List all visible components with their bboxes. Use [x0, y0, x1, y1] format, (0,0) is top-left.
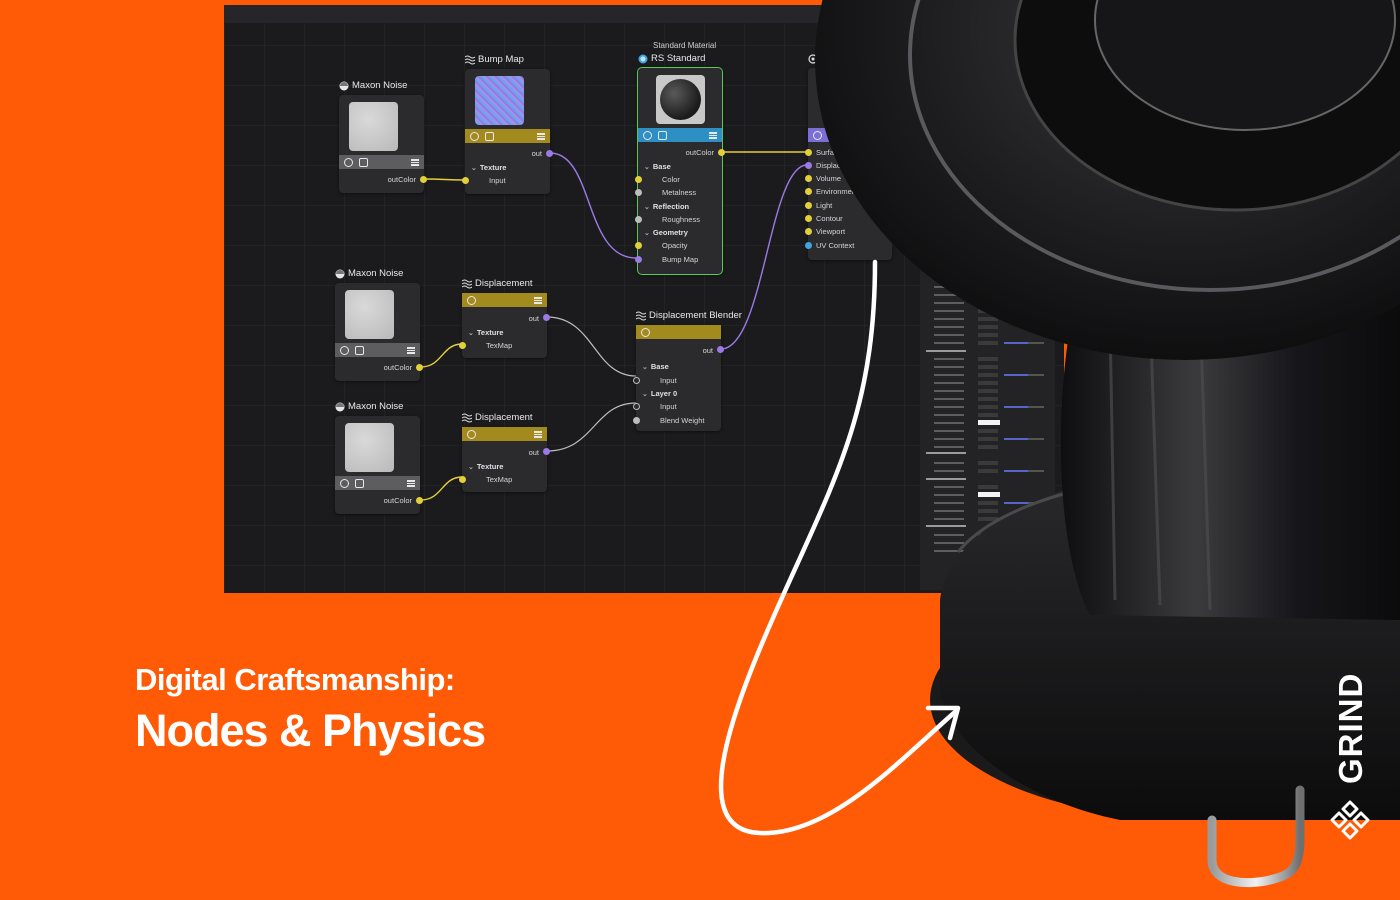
headline-line-2: Nodes & Physics — [135, 705, 486, 756]
brand-logo: GRIND — [1330, 668, 1370, 848]
product-render — [718, 0, 1400, 888]
headline-line-1: Digital Craftsmanship: — [135, 662, 455, 697]
arrow-line — [718, 259, 958, 836]
headline: Digital Craftsmanship: Nodes & Physics — [135, 662, 486, 757]
brand-name: GRIND — [1332, 672, 1369, 784]
grind-logo-icon — [1330, 800, 1370, 840]
